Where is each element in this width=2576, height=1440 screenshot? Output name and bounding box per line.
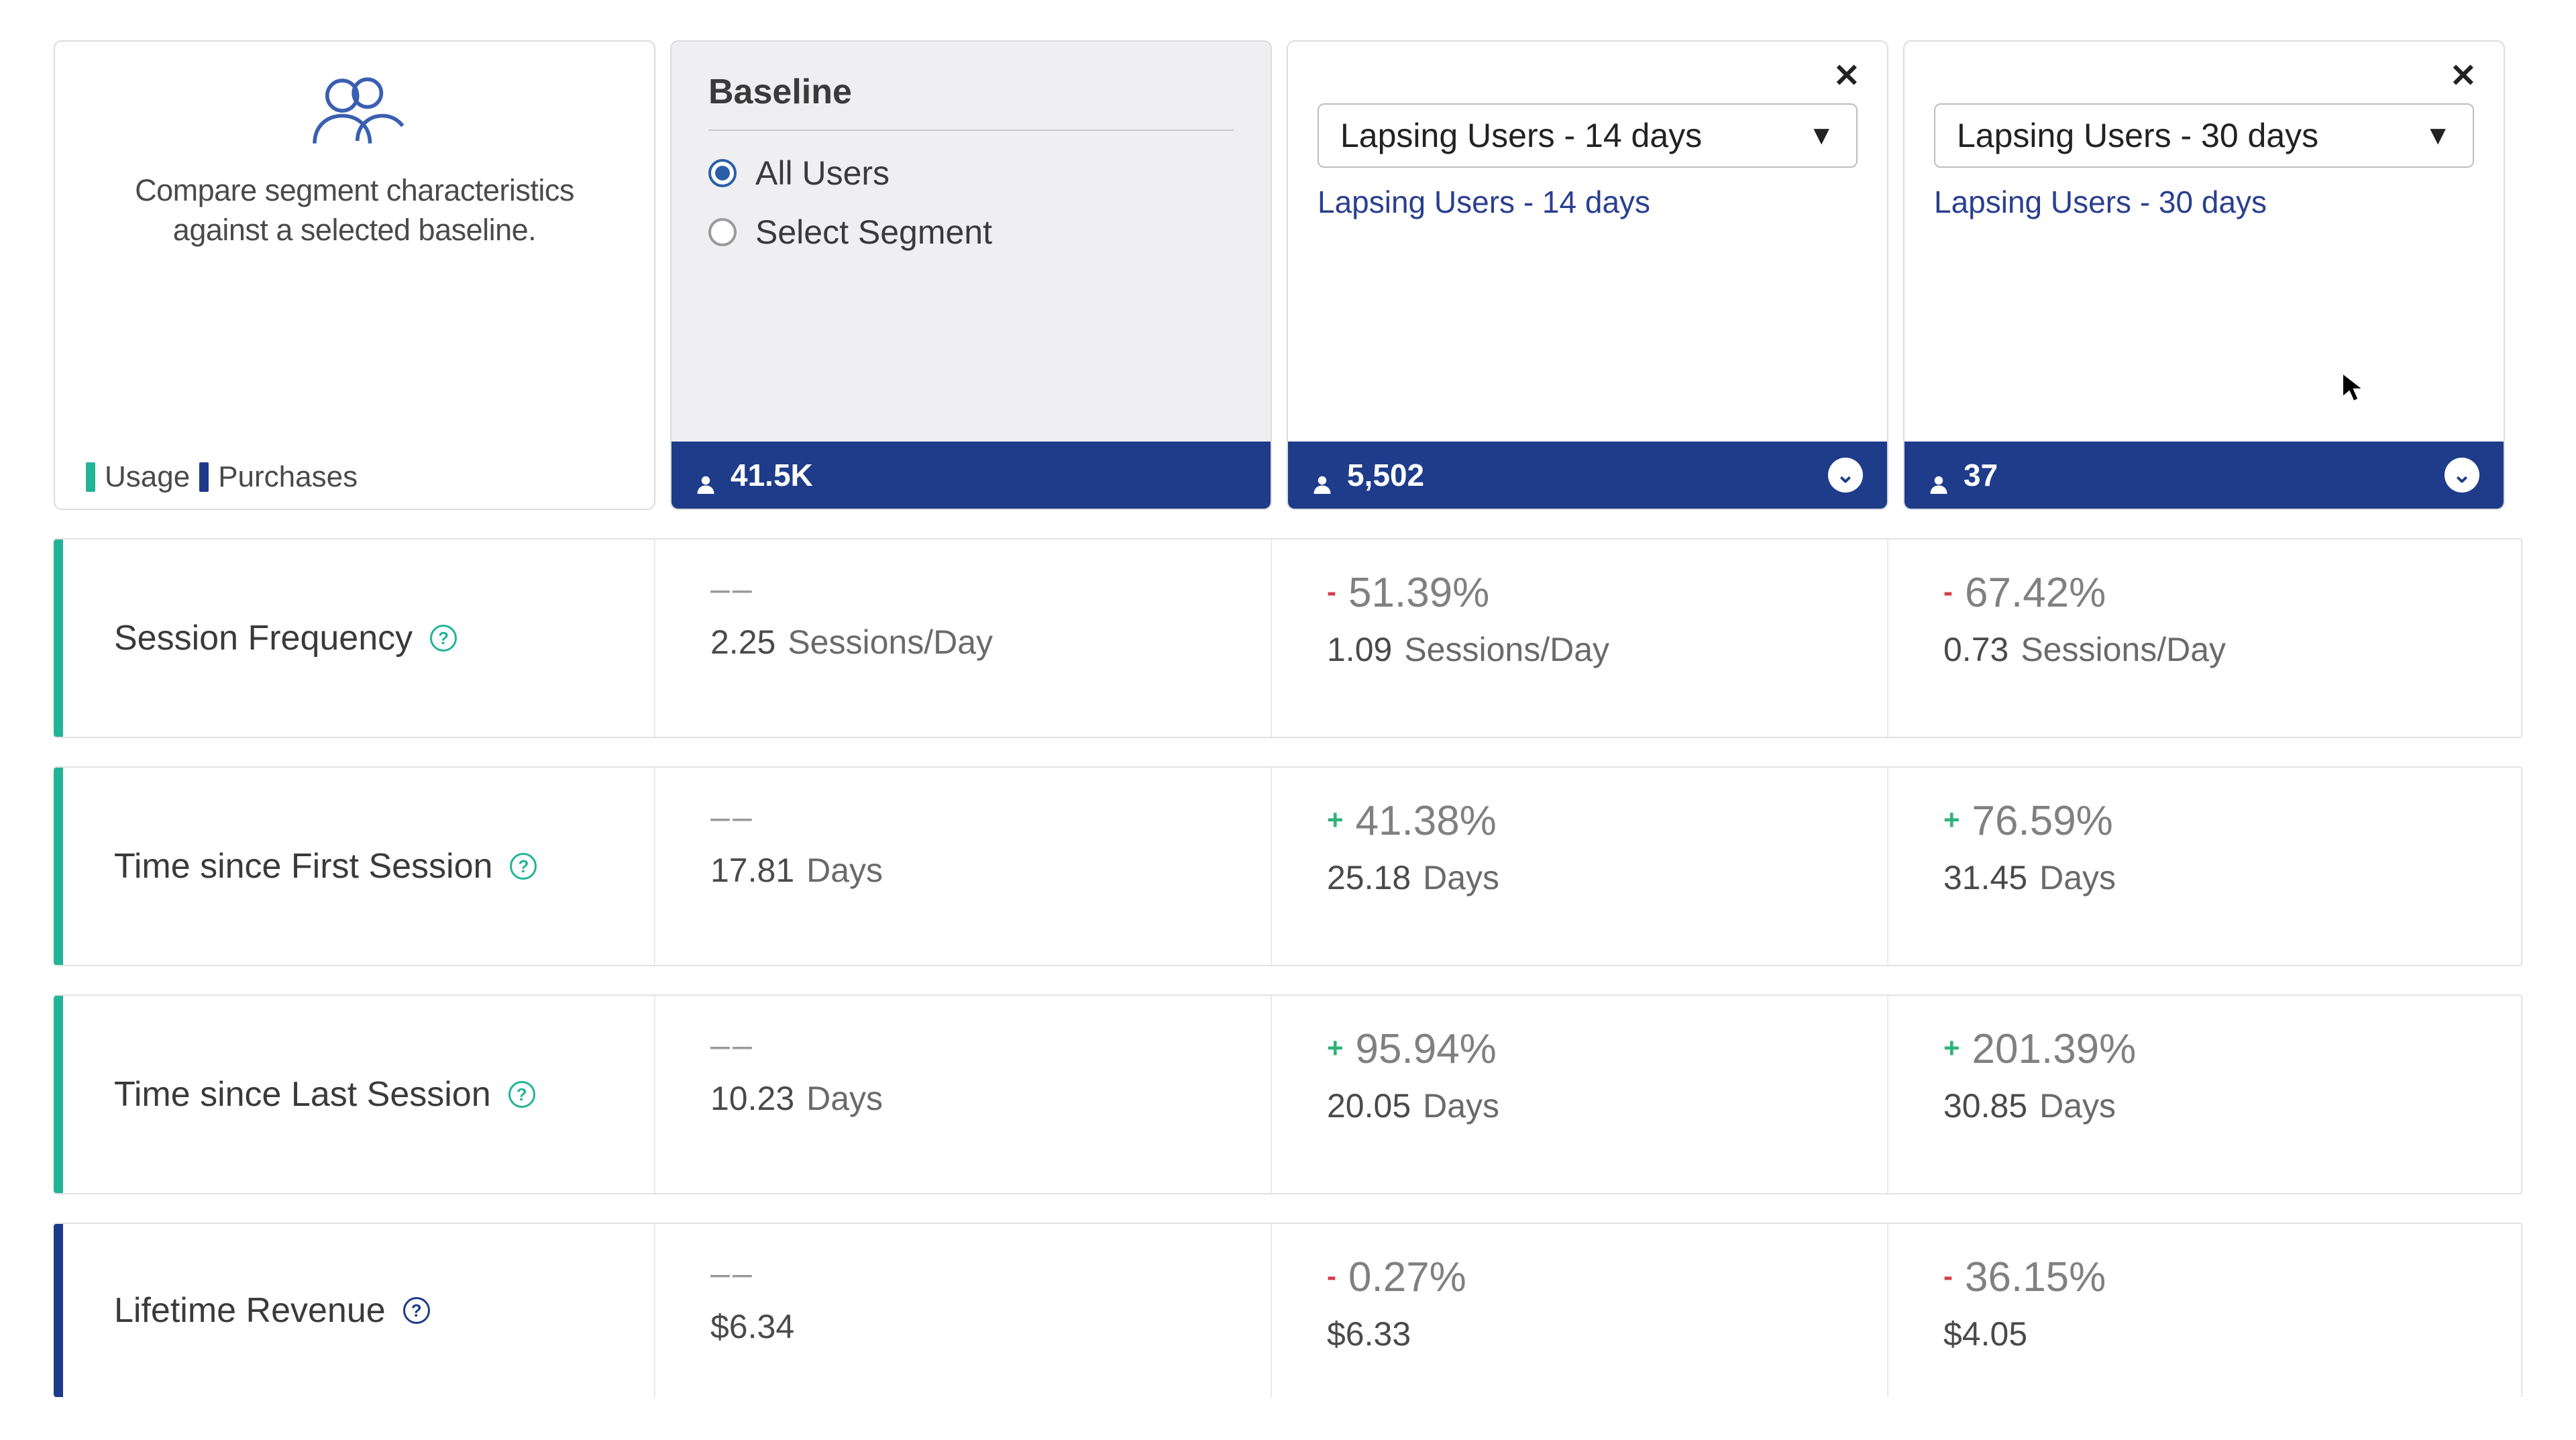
baseline-value: $6.34 xyxy=(710,1307,1237,1346)
segment-a-cell: +95.94% 20.05Days xyxy=(1287,996,1888,1193)
segment-b-delta: +76.59% xyxy=(1943,797,2471,845)
users-icon xyxy=(305,74,405,151)
help-icon[interactable]: ? xyxy=(508,1081,535,1108)
legend-usage-chip xyxy=(86,462,95,492)
legend-usage-label: Usage xyxy=(105,460,190,494)
close-icon[interactable]: ✕ xyxy=(1833,60,1860,93)
segment-a-footer: 5,502 ⌄ xyxy=(1288,442,1887,509)
metric-label: Time since Last Session xyxy=(114,1074,491,1115)
segment-a-value: 1.09Sessions/Day xyxy=(1327,630,1854,669)
segment-b-cell: +76.59% 31.45Days xyxy=(1903,768,2505,965)
row-accent xyxy=(54,996,63,1193)
segment-b-cell: +201.39% 30.85Days xyxy=(1903,996,2505,1193)
segment-a-cell: -0.27% $6.33 xyxy=(1287,1224,1888,1397)
segment-a-link[interactable]: Lapsing Users - 14 days xyxy=(1318,184,1858,220)
legend-purchases-label: Purchases xyxy=(218,460,358,494)
legend-purchases-chip xyxy=(199,462,209,492)
chevron-down-icon: ▼ xyxy=(1808,121,1835,151)
baseline-cell: –– 10.23Days xyxy=(670,996,1272,1193)
metric-row: Session Frequency ? –– 2.25Sessions/Day … xyxy=(54,538,2522,738)
baseline-delta-dash: –– xyxy=(710,797,1237,837)
segment-a-count: 5,502 xyxy=(1347,457,1424,493)
segment-b-delta: +201.39% xyxy=(1943,1025,2471,1073)
metric-label-cell: Time since First Session ? xyxy=(54,768,655,965)
help-icon[interactable]: ? xyxy=(510,853,537,880)
segment-a-delta: -0.27% xyxy=(1327,1253,1854,1301)
help-icon[interactable]: ? xyxy=(403,1297,430,1324)
row-accent xyxy=(54,768,63,965)
baseline-count: 41.5K xyxy=(731,457,813,493)
metric-row: Lifetime Revenue ? –– $6.34 -0.27% $6.33… xyxy=(54,1223,2522,1397)
intro-card: Compare segment characteristics against … xyxy=(54,40,655,510)
user-icon xyxy=(1312,465,1332,485)
segment-b-cell: -67.42% 0.73Sessions/Day xyxy=(1903,539,2505,737)
segment-b-value: 0.73Sessions/Day xyxy=(1943,630,2471,669)
chevron-down-icon: ▼ xyxy=(2424,121,2451,151)
help-icon[interactable]: ? xyxy=(430,625,457,652)
baseline-cell: –– $6.34 xyxy=(670,1224,1272,1397)
radio-icon xyxy=(708,159,737,187)
segment-a-select-label: Lapsing Users - 14 days xyxy=(1340,116,1702,155)
baseline-value: 10.23Days xyxy=(710,1079,1237,1118)
metric-label: Session Frequency xyxy=(114,618,413,658)
segment-b-count: 37 xyxy=(1964,457,1998,493)
close-icon[interactable]: ✕ xyxy=(2450,60,2477,93)
segment-a-value: 20.05Days xyxy=(1327,1086,1854,1125)
metric-label-cell: Session Frequency ? xyxy=(54,539,655,737)
segment-a-value: 25.18Days xyxy=(1327,858,1854,897)
metric-label-cell: Time since Last Session ? xyxy=(54,996,655,1193)
segment-a-delta: -51.39% xyxy=(1327,569,1854,617)
segment-b-select[interactable]: Lapsing Users - 30 days ▼ xyxy=(1934,103,2474,168)
baseline-delta-dash: –– xyxy=(710,569,1237,609)
segment-a-select[interactable]: Lapsing Users - 14 days ▼ xyxy=(1318,103,1858,168)
baseline-value: 2.25Sessions/Day xyxy=(710,623,1237,662)
metric-row: Time since Last Session ? –– 10.23Days +… xyxy=(54,994,2522,1194)
legend: Usage Purchases xyxy=(86,460,358,494)
segment-b-value: 31.45Days xyxy=(1943,858,2471,897)
mouse-cursor-icon xyxy=(2341,372,2364,403)
metric-label: Lifetime Revenue xyxy=(114,1290,386,1331)
segment-b-footer: 37 ⌄ xyxy=(1904,442,2504,509)
segment-b-select-label: Lapsing Users - 30 days xyxy=(1957,116,2318,155)
user-icon xyxy=(696,465,716,485)
segment-b-value: $4.05 xyxy=(1943,1315,2471,1353)
segment-b-cell: -36.15% $4.05 xyxy=(1903,1224,2505,1397)
row-accent xyxy=(54,1224,63,1397)
user-icon xyxy=(1929,465,1949,485)
segment-a-delta: +95.94% xyxy=(1327,1025,1854,1073)
intro-text: Compare segment characteristics against … xyxy=(89,171,621,250)
baseline-delta-dash: –– xyxy=(710,1253,1237,1294)
radio-label: All Users xyxy=(755,154,890,193)
baseline-cell: –– 17.81Days xyxy=(670,768,1272,965)
baseline-radio-select[interactable]: Select Segment xyxy=(708,213,1234,252)
baseline-value: 17.81Days xyxy=(710,851,1237,890)
baseline-delta-dash: –– xyxy=(710,1025,1237,1066)
segment-b-value: 30.85Days xyxy=(1943,1086,2471,1125)
baseline-radio-all[interactable]: All Users xyxy=(708,154,1234,193)
expand-icon[interactable]: ⌄ xyxy=(2445,458,2479,493)
segment-b-delta: -67.42% xyxy=(1943,569,2471,617)
segment-a-delta: +41.38% xyxy=(1327,797,1854,845)
segment-a-cell: +41.38% 25.18Days xyxy=(1287,768,1888,965)
segment-b-delta: -36.15% xyxy=(1943,1253,2471,1301)
segment-a-value: $6.33 xyxy=(1327,1315,1854,1353)
segment-a-cell: -51.39% 1.09Sessions/Day xyxy=(1287,539,1888,737)
metric-label-cell: Lifetime Revenue ? xyxy=(54,1224,655,1397)
segment-card-b: ✕ Lapsing Users - 30 days ▼ Lapsing User… xyxy=(1903,40,2505,510)
radio-icon xyxy=(708,218,737,246)
metric-row: Time since First Session ? –– 17.81Days … xyxy=(54,766,2522,966)
metric-label: Time since First Session xyxy=(114,846,492,886)
segment-card-a: ✕ Lapsing Users - 14 days ▼ Lapsing User… xyxy=(1287,40,1888,510)
radio-label: Select Segment xyxy=(755,213,992,252)
baseline-title: Baseline xyxy=(708,72,1234,131)
baseline-footer: 41.5K xyxy=(672,442,1271,509)
expand-icon[interactable]: ⌄ xyxy=(1828,458,1863,493)
baseline-card: Baseline All Users Select Segment 41.5K xyxy=(670,40,1272,510)
row-accent xyxy=(54,539,63,737)
segment-b-link[interactable]: Lapsing Users - 30 days xyxy=(1934,184,2474,220)
baseline-cell: –– 2.25Sessions/Day xyxy=(670,539,1272,737)
